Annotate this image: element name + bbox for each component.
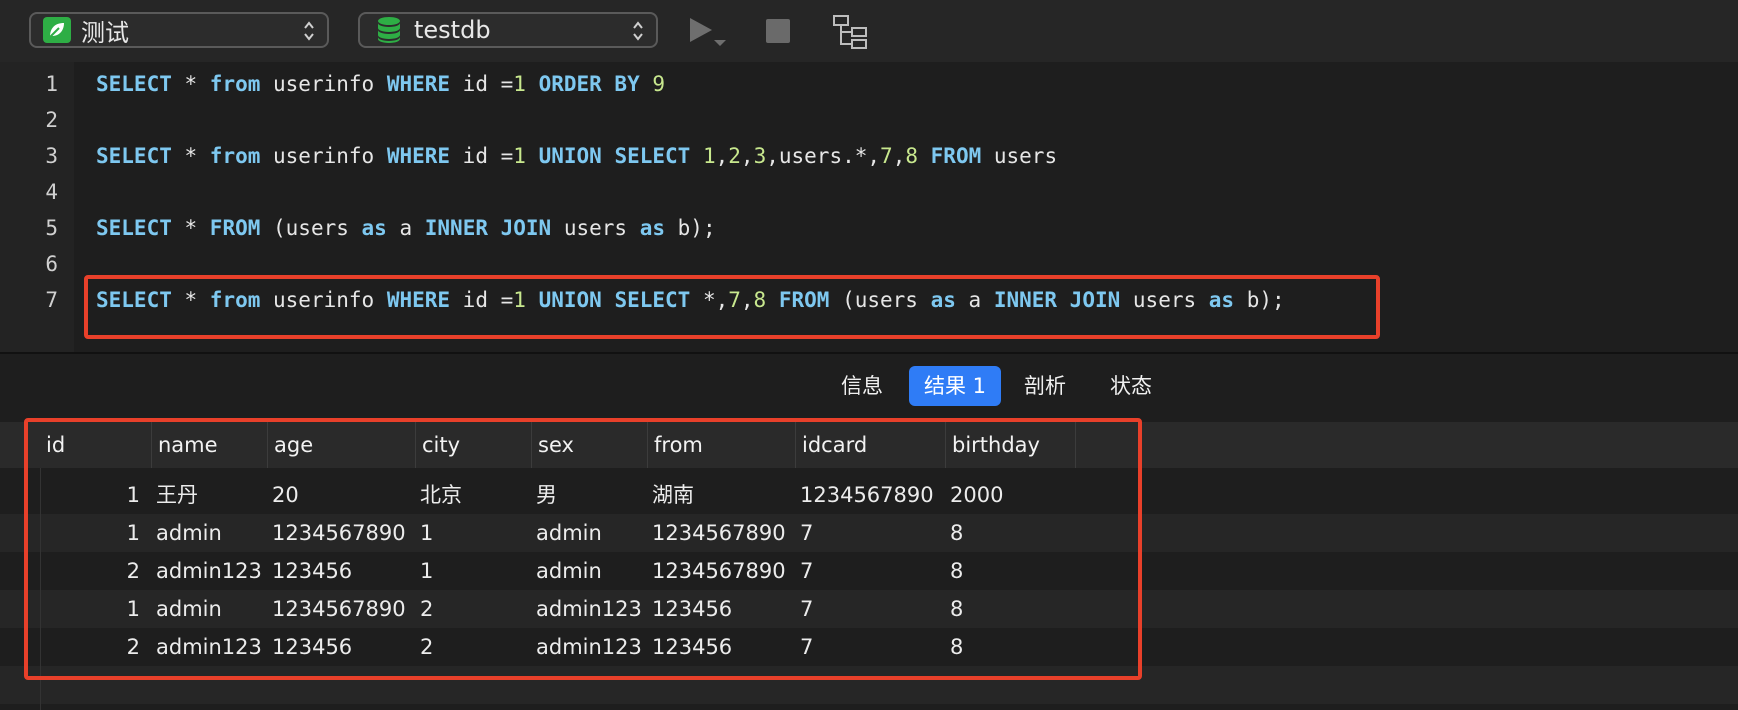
code-line[interactable]: 3 SELECT * from userinfo WHERE id =1 UNIO… [0, 138, 1738, 174]
sql-keyword: SELECT [96, 144, 172, 168]
code-text: SELECT * from userinfo WHERE id =1 UNION… [96, 138, 1057, 174]
line-number: 6 [45, 252, 58, 276]
sql-text: userinfo [260, 72, 387, 96]
connection-select[interactable]: 测试 [29, 12, 329, 48]
line-number: 7 [45, 288, 58, 312]
sql-text: (users [260, 216, 362, 240]
sql-keyword: as [361, 216, 387, 240]
connection-label: 测试 [81, 18, 129, 47]
sql-text: users [551, 216, 640, 240]
sql-text: ,users.*, [766, 144, 881, 168]
database-label: testdb [414, 16, 491, 44]
sql-text: , [740, 144, 754, 168]
sql-number: 1 [513, 72, 526, 96]
sql-text: id = [450, 144, 514, 168]
line-number: 3 [45, 144, 58, 168]
sql-text: b); [665, 216, 716, 240]
code-line[interactable]: 2 [0, 102, 1738, 138]
leaf-connection-icon [43, 17, 71, 43]
sql-keyword: WHERE [386, 72, 451, 96]
sql-keyword: WHERE [386, 144, 451, 168]
toolbar: 测试 testdb [0, 0, 1738, 62]
sql-text: users [981, 144, 1058, 168]
highlight-annotation-query [84, 275, 1380, 339]
sql-editor[interactable]: 1 SELECT * from userinfo WHERE id =1 ORDE… [0, 62, 1738, 352]
sql-keyword: ORDER BY [538, 72, 640, 96]
chevron-updown-icon [304, 21, 314, 41]
sql-number: 1 [702, 144, 716, 168]
sql-text: a [386, 216, 425, 240]
sql-text: , [892, 144, 906, 168]
database-select[interactable]: testdb [358, 12, 658, 48]
chevron-updown-icon [633, 21, 643, 41]
tab-status[interactable]: 状态 [1098, 366, 1164, 406]
sql-keyword: SELECT [96, 72, 172, 96]
play-icon[interactable] [688, 14, 728, 50]
sql-text: id = [450, 72, 514, 96]
code-text: SELECT * from userinfo WHERE id =1 ORDER… [96, 66, 665, 102]
line-number: 2 [45, 108, 58, 132]
sql-number: 9 [652, 72, 666, 96]
tab-info[interactable]: 信息 [830, 366, 894, 406]
sql-number: 8 [905, 144, 918, 168]
sql-keyword: from [209, 72, 261, 96]
line-number: 4 [45, 180, 58, 204]
sql-number: 1 [513, 144, 526, 168]
sql-text: , [715, 144, 729, 168]
code-line[interactable]: 1 SELECT * from userinfo WHERE id =1 ORDE… [0, 66, 1738, 102]
sql-text: * [171, 72, 210, 96]
explain-tree-icon[interactable] [832, 14, 868, 50]
sql-keyword: SELECT [96, 216, 172, 240]
sql-number: 3 [753, 144, 767, 168]
sql-keyword: UNION [538, 144, 602, 168]
sql-keyword: INNER JOIN [424, 216, 552, 240]
sql-keyword: as [639, 216, 666, 240]
code-text: SELECT * FROM (users as a INNER JOIN use… [96, 210, 716, 246]
line-number: 1 [45, 72, 58, 96]
sql-number: 7 [880, 144, 893, 168]
sql-text: * [171, 216, 210, 240]
code-line[interactable]: 4 [0, 174, 1738, 210]
stop-icon[interactable] [766, 19, 790, 43]
highlight-annotation-results [24, 418, 1142, 680]
result-tabs: 信息 结果 1 剖析 状态 [0, 354, 1738, 416]
tab-profile[interactable]: 剖析 [1012, 366, 1078, 406]
tab-result-1[interactable]: 结果 1 [909, 366, 1001, 406]
database-icon [378, 17, 400, 43]
sql-number: 2 [728, 144, 741, 168]
sql-keyword: from [209, 144, 261, 168]
code-line[interactable]: 5 SELECT * FROM (users as a INNER JOIN us… [0, 210, 1738, 246]
line-number: 5 [45, 216, 58, 240]
sql-keyword: FROM [209, 216, 261, 240]
sql-keyword: FROM [930, 144, 982, 168]
sql-text: userinfo [260, 144, 387, 168]
sql-text: * [171, 144, 210, 168]
sql-keyword: SELECT [614, 144, 691, 168]
